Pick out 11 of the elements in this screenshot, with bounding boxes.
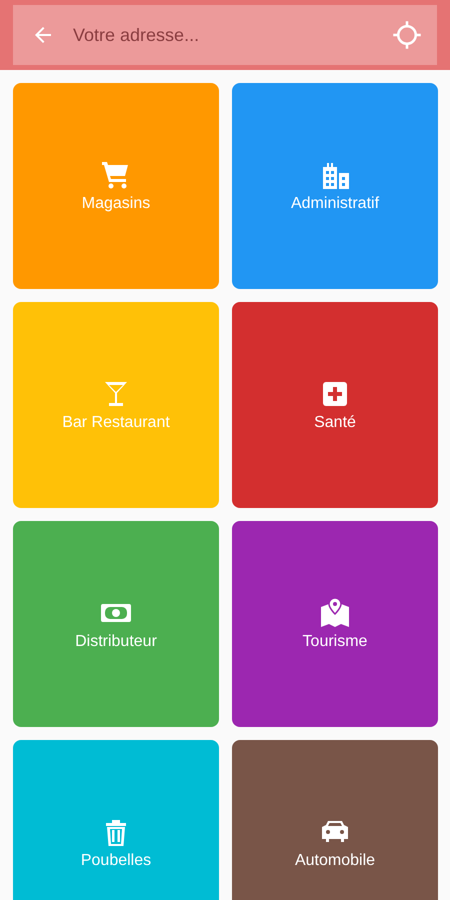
category-tile[interactable]: Tourisme [232, 521, 438, 727]
gps-icon[interactable] [392, 20, 422, 50]
category-tile[interactable]: Automobile [232, 740, 438, 900]
category-tile[interactable]: Poubelles [13, 740, 219, 900]
category-tile[interactable]: Santé [232, 302, 438, 508]
category-icon [319, 597, 351, 629]
category-tile[interactable]: Distributeur [13, 521, 219, 727]
category-tile[interactable]: Magasins [13, 83, 219, 289]
category-tile[interactable]: Bar Restaurant [13, 302, 219, 508]
category-tile[interactable]: Administratif [232, 83, 438, 289]
search-field[interactable]: Votre adresse... [13, 5, 437, 65]
